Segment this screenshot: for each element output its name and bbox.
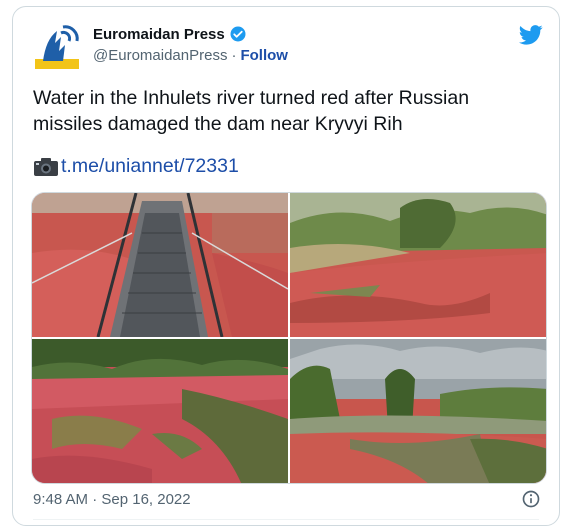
tweet-link[interactable]: t.me/uniannet/72331 <box>61 155 239 178</box>
verified-badge-icon <box>230 26 246 42</box>
twitter-bird-icon[interactable] <box>519 25 543 45</box>
info-icon[interactable] <box>521 489 541 509</box>
tweet-card[interactable]: Euromaidan Press @EuromaidanPress · Foll… <box>12 6 560 526</box>
tweet-text: Water in the Inhulets river turned red a… <box>33 87 470 135</box>
author-handle[interactable]: @EuromaidanPress <box>93 47 227 64</box>
follow-button[interactable]: Follow <box>240 47 288 64</box>
media-grid[interactable] <box>31 192 547 484</box>
photo-river-trees[interactable] <box>290 193 547 337</box>
separator: · <box>231 47 237 64</box>
author-name[interactable]: Euromaidan Press <box>93 26 225 43</box>
photo-bridge[interactable] <box>32 193 288 337</box>
tweet-timestamp[interactable]: 9:48 AM · Sep 16, 2022 <box>33 491 191 508</box>
photo-flooded-field[interactable] <box>32 339 288 484</box>
camera-icon <box>34 157 58 176</box>
avatar[interactable] <box>33 23 81 71</box>
photo-river-sky[interactable] <box>290 339 547 484</box>
